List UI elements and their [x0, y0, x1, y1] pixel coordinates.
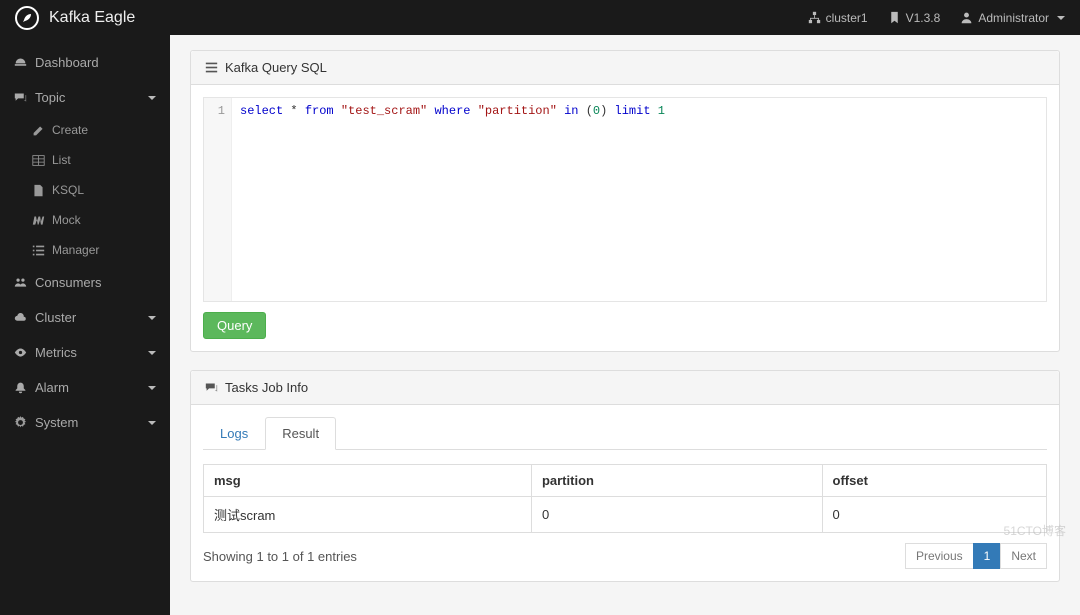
cell-offset: 0: [822, 497, 1046, 533]
tasks-panel-header: Tasks Job Info: [191, 371, 1059, 405]
users-icon: [14, 276, 27, 289]
nav-cluster[interactable]: Cluster: [0, 300, 170, 335]
cell-msg: 测试scram: [204, 497, 532, 533]
caret-down-icon: [148, 351, 156, 355]
main: Kafka Query SQL 1 select * from "test_sc…: [170, 35, 1080, 615]
dashboard-icon: [14, 56, 27, 69]
nav-topic-manager[interactable]: Manager: [0, 235, 170, 265]
pager-prev[interactable]: Previous: [905, 543, 974, 569]
table-header-row: msg partition offset: [204, 465, 1047, 497]
user-icon: [960, 11, 973, 24]
sql-editor[interactable]: 1 select * from "test_scram" where "part…: [203, 97, 1047, 302]
caret-down-icon: [148, 386, 156, 390]
nav-topic[interactable]: Topic: [0, 80, 170, 115]
nav-metrics[interactable]: Metrics: [0, 335, 170, 370]
user-dropdown[interactable]: Administrator: [960, 11, 1065, 25]
eye-icon: [14, 346, 27, 359]
nav-system[interactable]: System: [0, 405, 170, 440]
nav-topic-ksql[interactable]: KSQL: [0, 175, 170, 205]
pager-next[interactable]: Next: [1000, 543, 1047, 569]
pager: Previous 1 Next: [906, 543, 1047, 569]
pencil-icon: [32, 124, 45, 137]
comments-icon: [205, 381, 218, 394]
nav-consumers[interactable]: Consumers: [0, 265, 170, 300]
query-panel-header: Kafka Query SQL: [191, 51, 1059, 85]
tasks-icon: [205, 61, 218, 74]
brand-title: Kafka Eagle: [49, 9, 135, 27]
cloud-icon: [14, 311, 27, 324]
topbar: Kafka Eagle cluster1 V1.3.8 Administrato…: [0, 0, 1080, 35]
bell-icon: [14, 381, 27, 394]
query-button[interactable]: Query: [203, 312, 266, 339]
tasks-panel-title: Tasks Job Info: [225, 380, 308, 395]
file-icon: [32, 184, 45, 197]
table-footer: Showing 1 to 1 of 1 entries Previous 1 N…: [203, 543, 1047, 569]
tab-result[interactable]: Result: [265, 417, 336, 450]
query-panel-title: Kafka Query SQL: [225, 60, 327, 75]
caret-down-icon: [148, 96, 156, 100]
tabs: Logs Result: [203, 417, 1047, 450]
tasks-panel: Tasks Job Info Logs Result msg partition…: [190, 370, 1060, 582]
sitemap-icon: [808, 11, 821, 24]
pager-page-1[interactable]: 1: [973, 543, 1002, 569]
top-right: cluster1 V1.3.8 Administrator: [808, 11, 1065, 25]
caret-down-icon: [1057, 16, 1065, 20]
comments-icon: [14, 91, 27, 104]
result-table: msg partition offset 测试scram 0 0: [203, 464, 1047, 533]
nav-topic-mock[interactable]: Mock: [0, 205, 170, 235]
cluster-dropdown[interactable]: cluster1: [808, 11, 868, 25]
editor-gutter: 1: [204, 98, 232, 301]
editor-code[interactable]: select * from "test_scram" where "partit…: [232, 98, 673, 301]
table-icon: [32, 154, 45, 167]
cluster-label: cluster1: [826, 11, 868, 25]
brand-wrap[interactable]: Kafka Eagle: [15, 6, 135, 30]
col-offset[interactable]: offset: [822, 465, 1046, 497]
caret-down-icon: [148, 316, 156, 320]
bookmark-icon: [888, 11, 901, 24]
version-label[interactable]: V1.3.8: [888, 11, 941, 25]
list-icon: [32, 244, 45, 257]
nav-topic-create[interactable]: Create: [0, 115, 170, 145]
nav-topic-list[interactable]: List: [0, 145, 170, 175]
sidebar: Dashboard Topic Create List KSQL Mock Ma…: [0, 35, 170, 615]
nav-alarm[interactable]: Alarm: [0, 370, 170, 405]
tab-logs[interactable]: Logs: [203, 417, 265, 450]
gear-icon: [14, 416, 27, 429]
query-panel: Kafka Query SQL 1 select * from "test_sc…: [190, 50, 1060, 352]
table-row: 测试scram 0 0: [204, 497, 1047, 533]
col-partition[interactable]: partition: [531, 465, 822, 497]
col-msg[interactable]: msg: [204, 465, 532, 497]
cell-partition: 0: [531, 497, 822, 533]
feather-icon: [15, 6, 39, 30]
nav-dashboard[interactable]: Dashboard: [0, 45, 170, 80]
maxcdn-icon: [32, 214, 45, 227]
caret-down-icon: [148, 421, 156, 425]
